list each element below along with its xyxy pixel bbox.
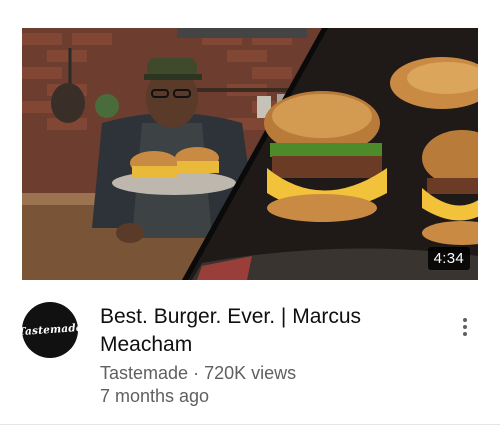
thumbnail-image	[22, 28, 478, 280]
card-divider	[0, 424, 500, 425]
menu-dot	[463, 332, 467, 336]
upload-age: 7 months ago	[100, 386, 210, 406]
channel-name[interactable]: Tastemade	[100, 363, 188, 383]
channel-avatar[interactable]: Tastemade	[22, 302, 78, 358]
menu-dot	[463, 318, 467, 322]
video-title[interactable]: Best. Burger. Ever. | Marcus Meacham	[100, 303, 430, 359]
meta-separator: ·	[188, 363, 205, 383]
tastemade-logo-icon: Tastemade	[22, 321, 78, 339]
duration-badge: 4:34	[427, 247, 470, 270]
video-thumbnail[interactable]: 4:34	[22, 28, 478, 280]
video-metadata: Tastemade · 720K views 7 months ago	[100, 362, 430, 408]
menu-dot	[463, 325, 467, 329]
more-vert-icon[interactable]	[450, 310, 480, 344]
view-count: 720K views	[204, 363, 297, 383]
channel-views-line: Tastemade · 720K views	[100, 362, 430, 385]
video-card[interactable]: 4:34 Tastemade Best. Burger. Ever. | Mar…	[0, 0, 500, 430]
